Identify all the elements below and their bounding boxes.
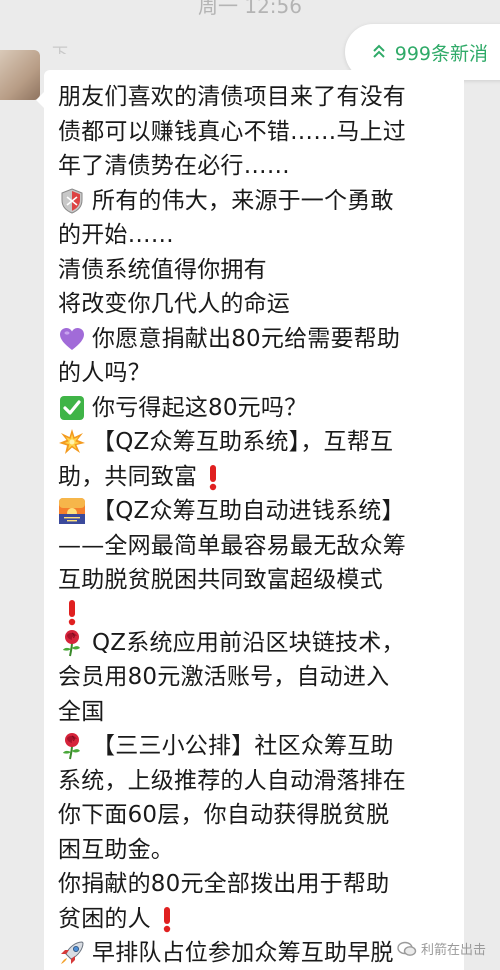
exclamation-icon [153, 905, 181, 933]
message-line: 清债系统值得你拥有 [58, 253, 454, 288]
message-line: QZ系统应用前沿区块链技术， [58, 626, 454, 661]
message-line-text: 清债系统值得你拥有 [58, 256, 267, 283]
message-line-text: 系统，上级推荐的人自动滑落排在 [58, 767, 406, 794]
message-line: 债都可以赚钱真心不错……马上过 [58, 115, 454, 150]
message-line: 你下面60层，你自动获得脱贫脱 [58, 798, 454, 833]
message-line-text: 早排队占位参加众筹互助早脱 [92, 940, 394, 966]
rose-icon [58, 629, 86, 657]
exclamation-icon [58, 598, 86, 626]
message-line-text: 你下面60层，你自动获得脱贫脱 [58, 802, 390, 828]
message-line: 【QZ众筹互助系统】，互帮互 [58, 425, 454, 460]
message-line-text: 全国 [58, 698, 105, 725]
message-text: 朋友们喜欢的清债项目来了有没有 债都可以赚钱真心不错……马上过 年了清债势在必行……… [58, 80, 454, 970]
message-line-text: 你亏得起这80元吗？ [92, 394, 308, 421]
message-line: 朋友们喜欢的清债项目来了有没有 [58, 80, 454, 115]
message-line: 困互助金。 [58, 833, 454, 868]
message-line: 你捐献的80元全部拨出用于帮助 [58, 867, 454, 902]
message-line: 全国 [58, 695, 454, 730]
message-line-text: 助，共同致富 [58, 463, 198, 490]
message-line: 贫困的人 [58, 902, 454, 937]
new-messages-label: 999条新消 [394, 42, 488, 65]
rose-icon [58, 732, 86, 760]
message-line-text: 债都可以赚钱真心不错……马上过 [58, 118, 406, 145]
message-line-text: 将改变你几代人的命运 [58, 291, 290, 317]
wechat-icon [397, 941, 417, 956]
message-line-text: 的开始…… [58, 222, 174, 248]
message-line: 会员用80元激活账号，自动进入 [58, 660, 454, 695]
shield-icon [58, 187, 86, 215]
watermark-text: 利箭在出击 [420, 943, 486, 958]
message-line-text: 【QZ众筹互助自动进钱系统】 [92, 498, 405, 524]
message-line-text: 所有的伟大，来源于一个勇敢 [92, 187, 394, 214]
message-timestamp: 周一 12:56 [198, 0, 302, 18]
message-line-text: 的人吗？ [58, 360, 151, 386]
message-line-text: 年了清债势在必行…… [58, 153, 290, 179]
purple-heart-icon [58, 325, 86, 353]
rocket-icon [58, 939, 86, 967]
message-line: 【三三小公排】社区众筹互助 [58, 729, 454, 764]
watermark: 利箭在出击 [397, 939, 486, 958]
message-line-text: 朋友们喜欢的清债项目来了有没有 [58, 84, 406, 110]
message-line: 你愿意捐献出80元给需要帮助 [58, 322, 454, 357]
message-line: ——全网最简单最容易最无敌众筹 [58, 529, 454, 564]
message-line-text: ——全网最简单最容易最无敌众筹 [58, 532, 406, 559]
sender-avatar[interactable] [0, 50, 40, 100]
message-line: 互助脱贫脱困共同致富超级模式 [58, 563, 454, 598]
message-line-text: 贫困的人 [58, 905, 151, 932]
chat-screen: 周一 12:56 下 999条新消 朋友们喜欢的清债项目来了有没有 债都可以赚钱真… [0, 0, 500, 970]
message-bubble[interactable]: 朋友们喜欢的清债项目来了有没有 债都可以赚钱真心不错……马上过 年了清债势在必行……… [36, 70, 464, 970]
collision-icon [58, 428, 86, 456]
message-line: 的开始…… [58, 218, 454, 253]
message-line-text: 困互助金。 [58, 836, 174, 863]
check-mark-icon [58, 394, 86, 422]
message-line-text: 你捐献的80元全部拨出用于帮助 [58, 871, 390, 897]
message-line: 助，共同致富 [58, 460, 454, 495]
double-chevron-up-icon [371, 42, 387, 62]
sender-name: 下 [52, 44, 69, 54]
message-line-text: 你愿意捐献出80元给需要帮助 [92, 325, 401, 352]
message-line: 的人吗？ [58, 356, 454, 391]
message-line: 【QZ众筹互助自动进钱系统】 [58, 494, 454, 529]
message-line-text: 【三三小公排】社区众筹互助 [92, 733, 394, 759]
message-line: 系统，上级推荐的人自动滑落排在 [58, 764, 454, 799]
message-line: 所有的伟大，来源于一个勇敢 [58, 184, 454, 219]
message-line: 早排队占位参加众筹互助早脱 [58, 936, 454, 970]
message-line: 你亏得起这80元吗？ [58, 391, 454, 426]
message-line-text: QZ系统应用前沿区块链技术， [92, 629, 405, 656]
message-line-text: 【QZ众筹互助系统】，互帮互 [92, 429, 394, 455]
exclamation-icon [199, 463, 227, 491]
message-line-text: 互助脱贫脱困共同致富超级模式 [58, 567, 383, 593]
sunset-icon [58, 497, 86, 525]
message-line: 年了清债势在必行…… [58, 149, 454, 184]
message-line-text: 会员用80元激活账号，自动进入 [58, 664, 390, 690]
message-line [58, 598, 454, 626]
message-line: 将改变你几代人的命运 [58, 287, 454, 322]
